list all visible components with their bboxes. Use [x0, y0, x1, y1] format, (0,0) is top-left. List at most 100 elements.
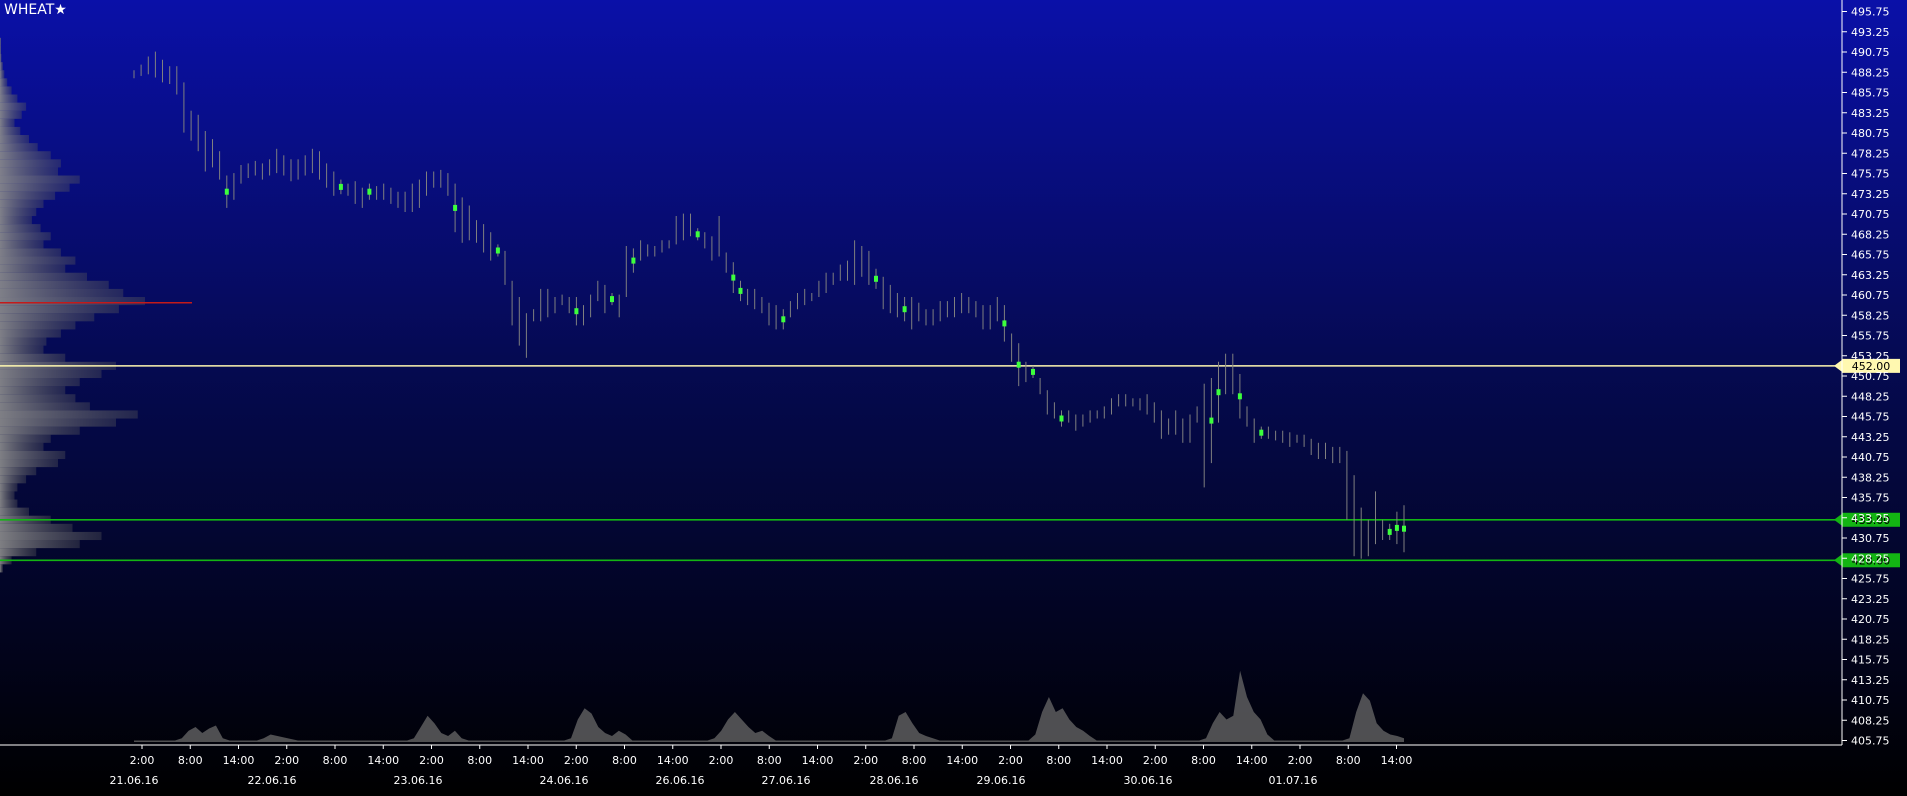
x-tick-label: 2:00	[419, 754, 444, 767]
volume-profile-bar	[0, 224, 41, 233]
x-tick-label: 2:00	[853, 754, 878, 767]
y-tick-label: 480.75	[1851, 127, 1890, 140]
x-tick-label: 2:00	[1143, 754, 1168, 767]
x-tick-label: 8:00	[1336, 754, 1361, 767]
x-tick-label: 14:00	[1381, 754, 1413, 767]
volume-profile-bar	[0, 483, 18, 492]
y-tick-label: 468.25	[1851, 228, 1890, 241]
price-chart[interactable]: 452.00433.00428.00 495.75493.25490.75488…	[0, 0, 1907, 796]
volume-highlight	[1394, 524, 1399, 531]
volume-profile-bar	[0, 426, 80, 435]
x-tick-label: 2:00	[564, 754, 589, 767]
volume-profile-bar	[0, 329, 61, 338]
y-tick-label: 418.25	[1851, 633, 1890, 646]
volume-profile-bar	[0, 410, 138, 419]
x-tick-label: 8:00	[323, 754, 348, 767]
volume-highlight	[631, 257, 636, 264]
x-date-label: 01.07.16	[1269, 774, 1318, 787]
x-date-label: 30.06.16	[1124, 774, 1173, 787]
volume-profile-bar	[0, 491, 15, 500]
volume-profile-bar	[0, 110, 22, 119]
y-tick-label: 433.25	[1851, 512, 1890, 525]
y-tick-label: 405.75	[1851, 735, 1890, 748]
volume-profile-bar	[0, 548, 37, 557]
y-tick-label: 485.75	[1851, 87, 1890, 100]
volume-profile-bar	[0, 450, 66, 460]
symbol-label[interactable]: WHEAT★	[4, 2, 67, 18]
volume-profile-bar	[0, 167, 58, 176]
volume-profile-bar	[0, 78, 8, 87]
volume-profile-bar	[0, 118, 15, 127]
x-tick-label: 8:00	[178, 754, 203, 767]
volume-profile-bar	[0, 37, 1, 46]
volume-highlight	[1059, 415, 1064, 422]
x-tick-label: 8:00	[467, 754, 492, 767]
x-tick-label: 14:00	[1091, 754, 1123, 767]
y-tick-label: 413.25	[1851, 674, 1890, 687]
volume-highlight	[1016, 361, 1021, 368]
x-tick-label: 2:00	[998, 754, 1023, 767]
x-tick-label: 2:00	[1288, 754, 1313, 767]
x-date-label: 24.06.16	[540, 774, 589, 787]
volume-profile-bar	[0, 216, 32, 225]
y-tick-label: 475.75	[1851, 168, 1890, 181]
y-tick-label: 410.75	[1851, 694, 1890, 707]
volume-profile-bar	[0, 531, 102, 541]
y-tick-label: 448.25	[1851, 390, 1890, 403]
volume-profile-bar	[0, 353, 66, 362]
chart-root: 452.00 433.00 428.00 495.75 493.25 490.75 488…	[0, 0, 1907, 796]
y-tick-label: 470.75	[1851, 208, 1890, 221]
y-tick-label: 493.25	[1851, 26, 1890, 39]
x-date-label: 21.06.16	[110, 774, 159, 787]
volume-profile-bar	[0, 183, 70, 192]
volume-profile-bar	[0, 305, 119, 314]
volume-profile-bar	[0, 378, 80, 387]
volume-profile-bar	[0, 564, 3, 573]
y-tick-label: 453.25	[1851, 350, 1890, 363]
x-tick-label: 2:00	[130, 754, 155, 767]
y-tick-label: 455.75	[1851, 330, 1890, 343]
volume-highlight	[495, 247, 500, 254]
symbol-name: WHEAT	[4, 2, 55, 18]
favorite-star-icon[interactable]: ★	[54, 2, 67, 18]
volume-profile-bar	[0, 175, 80, 184]
volume-highlight	[902, 306, 907, 313]
volume-profile-bar	[0, 313, 95, 322]
volume-highlight	[1216, 389, 1221, 396]
y-tick-label: 488.25	[1851, 66, 1890, 79]
y-tick-label: 443.25	[1851, 431, 1890, 444]
x-tick-label: 14:00	[657, 754, 689, 767]
volume-highlight	[1237, 393, 1242, 400]
y-tick-label: 425.75	[1851, 573, 1890, 586]
volume-profile-bar	[0, 248, 61, 257]
svg-text:WHEAT★: WHEAT★	[4, 2, 67, 18]
volume-profile-bar	[0, 442, 44, 451]
y-tick-label: 465.75	[1851, 249, 1890, 262]
x-date-label: 22.06.16	[248, 774, 297, 787]
x-tick-label: 8:00	[612, 754, 637, 767]
chart-background	[0, 0, 1907, 796]
y-tick-label: 460.75	[1851, 289, 1890, 302]
volume-profile-bar	[0, 321, 76, 330]
volume-highlight	[695, 231, 700, 238]
x-tick-label: 14:00	[367, 754, 399, 767]
y-tick-label: 408.25	[1851, 714, 1890, 727]
y-tick-label: 423.25	[1851, 593, 1890, 606]
volume-highlight	[874, 275, 878, 282]
volume-profile-bar	[0, 102, 27, 111]
x-tick-label: 8:00	[1046, 754, 1071, 767]
y-tick-label: 435.75	[1851, 492, 1890, 505]
y-tick-label: 428.25	[1851, 552, 1890, 565]
volume-profile-bar	[0, 151, 51, 160]
y-tick-label: 438.25	[1851, 471, 1890, 484]
y-tick-label: 490.75	[1851, 46, 1890, 59]
volume-profile-bar	[0, 394, 76, 403]
volume-highlight	[1259, 429, 1264, 436]
volume-profile-bar	[0, 337, 47, 346]
volume-highlight	[1402, 525, 1406, 532]
y-tick-label: 420.75	[1851, 613, 1890, 626]
y-tick-label: 415.75	[1851, 654, 1890, 667]
x-date-label: 26.06.16	[656, 774, 705, 787]
volume-profile-bar	[0, 207, 37, 217]
volume-profile-bar	[0, 386, 66, 395]
